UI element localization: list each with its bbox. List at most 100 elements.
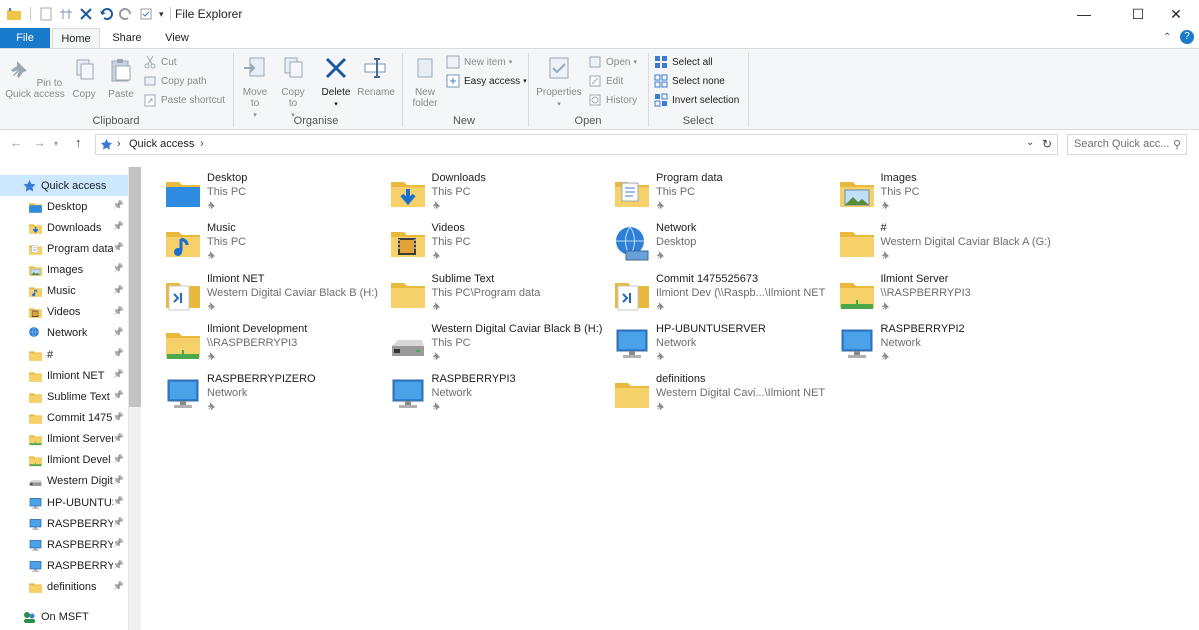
tab-file[interactable]: File [0,28,50,48]
paste-shortcut-button[interactable]: Paste shortcut [143,92,225,108]
undo-icon[interactable] [99,7,113,21]
up-arrow-icon[interactable]: ↑ [75,135,82,150]
copy-path-button[interactable]: Copy path [143,73,207,89]
breadcrumb-chevron-icon[interactable]: › [117,138,121,150]
breadcrumb-quick-access[interactable]: Quick access [129,138,194,150]
nav-item[interactable]: RASPBERRYPI📌 [0,513,128,534]
nav-item[interactable]: RASPBERRYPI📌 [0,534,128,555]
checkbox-icon[interactable] [139,7,153,21]
quick-access-tile[interactable]: Ilmiont Development \\RASPBERRYPI3 [155,320,379,370]
select-none-button[interactable]: Select none [654,73,725,89]
nav-scrollbar[interactable] [128,167,141,630]
nav-item[interactable]: Videos 📌 [0,302,128,323]
nav-item[interactable]: Ilmiont Devel 📌 [0,450,128,471]
pin-icon[interactable]: 📌 [113,306,124,317]
quick-access-tile[interactable]: RASPBERRYPI2 Network [829,320,1053,370]
nav-item[interactable]: Sublime Text 📌 [0,386,128,407]
history-button[interactable]: History [588,92,637,108]
pin-icon[interactable]: 📌 [113,454,124,465]
pin-icon[interactable]: 📌 [113,285,124,296]
properties-button[interactable]: Properties ▾ [534,55,584,110]
tab-share[interactable]: Share [104,28,150,48]
pin-icon[interactable]: 📌 [113,242,124,253]
quick-access-tile[interactable]: RASPBERRYPI3 Network [380,370,604,420]
pin-icon[interactable]: 📌 [113,390,124,401]
quick-access-tile[interactable]: Ilmiont NET Western Digital Caviar Black … [155,270,379,320]
forward-arrow-icon[interactable]: → [33,135,46,150]
recent-locations-icon[interactable]: ▾ [54,139,58,148]
quick-access-tile[interactable]: Sublime Text This PC\Program data [380,270,604,320]
move-to-button[interactable]: Move to ▾ [238,55,272,121]
collapse-ribbon-icon[interactable]: ⌃ [1163,32,1171,43]
copy-to-button[interactable]: Copy to ▾ [276,55,310,121]
paste-button[interactable]: Paste [104,57,138,100]
nav-item[interactable]: Program data 📌 [0,238,128,259]
new-folder-button[interactable]: New folder [408,55,442,109]
address-bar[interactable]: › Quick access › ⌄ ↻ [95,134,1058,155]
pin-icon[interactable]: 📌 [113,327,124,338]
customize-qat-icon[interactable]: ▾ [159,9,164,20]
nav-item[interactable]: # 📌 [0,344,128,365]
nav-item[interactable]: Ilmiont Server 📌 [0,429,128,450]
pin-icon[interactable]: 📌 [113,200,124,211]
minimize-button[interactable]: — [1061,0,1107,28]
pin-icon[interactable]: 📌 [113,517,124,528]
quick-access-tile[interactable]: Program data This PC [604,169,828,219]
pin-icon[interactable]: 📌 [113,538,124,549]
navigation-pane[interactable]: Quick access Desktop 📌 Downloads 📌 Program d… [0,167,128,630]
quick-access-tile[interactable]: # Western Digital Caviar Black A (G:) [829,219,1053,269]
quick-access-tile[interactable]: Images This PC [829,169,1053,219]
pin-icon[interactable]: 📌 [113,581,124,592]
search-input[interactable]: Search Quick acc... ⚲ [1067,134,1187,155]
cut-button[interactable]: Cut [143,54,177,70]
rename-button[interactable]: Rename [356,55,396,98]
quick-access-tile[interactable]: Videos This PC [380,219,604,269]
nav-item[interactable]: Downloads 📌 [0,217,128,238]
quick-access-tile[interactable]: Western Digital Caviar Black B (H:) This … [380,320,604,370]
pin-to-quick-access-button[interactable]: Pin to Quick access [4,57,66,100]
quick-access-tile[interactable]: RASPBERRYPIZERO Network [155,370,379,420]
pin-icon[interactable]: 📌 [113,221,124,232]
quick-access-tile[interactable]: Desktop This PC [155,169,379,219]
close-button[interactable]: ✕ [1153,0,1199,28]
quick-access-tile[interactable]: Ilmiont Server \\RASPBERRYPI3 [829,270,1053,320]
edit-button[interactable]: Edit [588,73,623,89]
new-item-button[interactable]: New item ▾ [446,54,512,70]
nav-item[interactable]: Network 📌 [0,323,128,344]
new-folder-icon[interactable] [59,7,73,21]
copy-button[interactable]: Copy [68,57,100,100]
quick-access-tile[interactable]: Network Desktop [604,219,828,269]
nav-item[interactable]: Desktop 📌 [0,196,128,217]
invert-selection-button[interactable]: Invert selection [654,92,739,108]
redo-icon[interactable] [119,7,133,21]
open-button[interactable]: Open ▾ [588,54,637,70]
address-dropdown-icon[interactable]: ⌄ [1026,137,1034,148]
tab-view[interactable]: View [154,28,200,48]
nav-item[interactable]: HP-UBUNTUS 📌 [0,492,128,513]
quick-access-tile[interactable]: Downloads This PC [380,169,604,219]
help-icon[interactable]: ? [1180,30,1194,44]
scrollbar-thumb[interactable] [129,167,141,407]
pin-icon[interactable]: 📌 [113,496,124,507]
back-arrow-icon[interactable]: ← [10,135,23,150]
pin-icon[interactable]: 📌 [113,263,124,274]
pin-icon[interactable]: 📌 [113,369,124,380]
quick-access-tile[interactable]: Commit 1475525673 Ilmiont Dev (\\Raspb...… [604,270,828,320]
nav-on-msft[interactable]: On MSFT [0,606,128,627]
properties-icon[interactable] [39,7,53,21]
nav-item[interactable]: Ilmiont NET 📌 [0,365,128,386]
content-pane[interactable]: Desktop This PC Downloads This PC Program da… [155,165,1199,630]
delete-button[interactable]: Delete ▾ [318,55,354,110]
breadcrumb-chevron-icon[interactable]: › [200,138,204,150]
refresh-icon[interactable]: ↻ [1042,137,1052,151]
pin-icon[interactable]: 📌 [113,348,124,359]
nav-item[interactable]: RASPBERRYPI📌 [0,556,128,577]
nav-item[interactable]: Music 📌 [0,281,128,302]
quick-access-tile[interactable]: Music This PC [155,219,379,269]
nav-item[interactable]: Commit 1475 📌 [0,408,128,429]
pin-icon[interactable]: 📌 [113,560,124,571]
pin-icon[interactable]: 📌 [113,433,124,444]
easy-access-button[interactable]: Easy access ▾ [446,73,527,89]
delete-icon[interactable] [79,7,93,21]
quick-access-tile[interactable]: definitions Western Digital Cavi...\Ilmio… [604,370,828,420]
